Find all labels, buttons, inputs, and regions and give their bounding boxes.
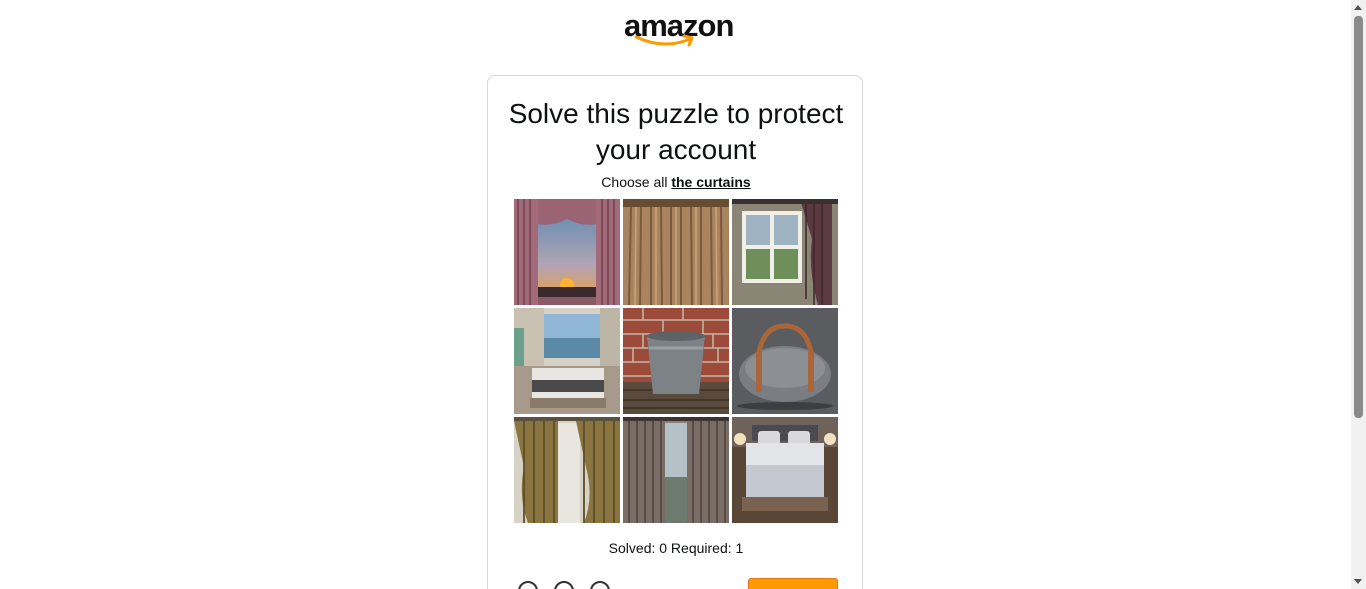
puzzle-tile-4[interactable] [514, 308, 620, 414]
page-title: Solve this puzzle to protect your accoun… [508, 98, 844, 165]
amazon-logo: amazon [620, 6, 734, 50]
puzzle-tile-5[interactable] [623, 308, 729, 414]
puzzle-controls [518, 581, 610, 589]
smile-arrow-icon [634, 34, 694, 47]
puzzle-tile-3[interactable] [732, 199, 838, 305]
scrollbar-thumb[interactable] [1354, 16, 1363, 418]
page-scrollbar[interactable] [1351, 0, 1366, 589]
puzzle-tile-2[interactable] [623, 199, 729, 305]
instruction-target: the curtains [671, 174, 751, 190]
window-curtains-image [732, 199, 838, 305]
puzzle-tile-7[interactable] [514, 417, 620, 523]
scroll-up-icon[interactable] [1354, 5, 1362, 10]
image-grid [514, 199, 839, 524]
refresh-icon[interactable] [518, 581, 538, 589]
duffel-bag-image [732, 308, 838, 414]
instruction-prefix: Choose all [601, 174, 668, 190]
bucket-image [623, 308, 729, 414]
grey-curtains-image [623, 417, 729, 523]
scroll-down-icon[interactable] [1354, 579, 1362, 584]
puzzle-tile-6[interactable] [732, 308, 838, 414]
brown-curtains-image [623, 199, 729, 305]
puzzle-card: Solve this puzzle to protect your accoun… [487, 75, 863, 589]
bed-image [732, 417, 838, 523]
olive-curtains-image [514, 417, 620, 523]
bedroom-beach-image [514, 308, 620, 414]
audio-icon[interactable] [590, 581, 610, 589]
curtains-sunset-image [514, 199, 620, 305]
puzzle-tile-9[interactable] [732, 417, 838, 523]
solve-status: Solved: 0 Required: 1 [608, 540, 744, 556]
puzzle-tile-8[interactable] [623, 417, 729, 523]
puzzle-tile-1[interactable] [514, 199, 620, 305]
confirm-button[interactable]: Confirm [748, 578, 838, 589]
page: amazon Solve this puzzle to protect your… [0, 0, 1366, 589]
puzzle-instruction: Choose all the curtains [488, 174, 864, 190]
info-icon[interactable] [554, 581, 574, 589]
